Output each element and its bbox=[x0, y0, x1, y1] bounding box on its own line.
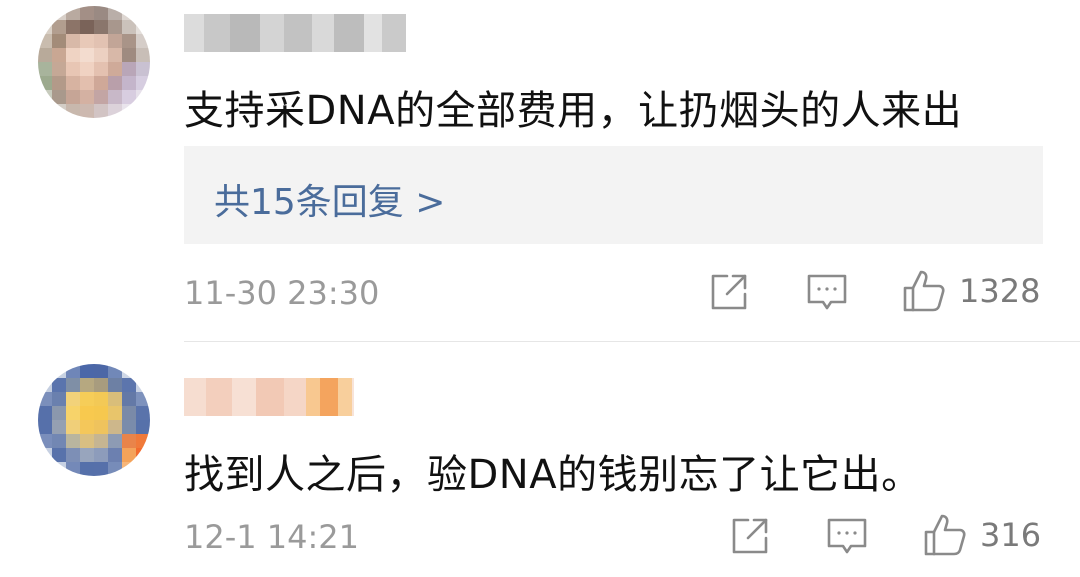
comment-icon bbox=[805, 272, 849, 314]
thumbs-up-icon bbox=[922, 512, 968, 558]
avatar[interactable] bbox=[38, 364, 150, 476]
like-count: 316 bbox=[980, 516, 1042, 554]
view-replies-link[interactable]: 共15条回复 > bbox=[214, 173, 445, 225]
comment-button[interactable] bbox=[805, 272, 849, 314]
share-icon bbox=[728, 514, 772, 558]
comment-item: 找到人之后，验DNA的钱别忘了让它出。 12-1 14:21 316 bbox=[0, 342, 1080, 577]
comment-icon bbox=[825, 516, 869, 558]
share-button[interactable] bbox=[728, 514, 772, 558]
like-count: 1328 bbox=[959, 272, 1041, 310]
timestamp: 11-30 23:30 bbox=[184, 274, 380, 312]
like-button[interactable]: 1328 bbox=[901, 268, 1040, 314]
share-icon bbox=[707, 270, 751, 314]
username-blurred[interactable] bbox=[184, 14, 406, 52]
like-button[interactable]: 316 bbox=[922, 512, 1041, 558]
user-badge-icon bbox=[306, 378, 352, 416]
comment-text: 支持采DNA的全部费用，让扔烟头的人来出 bbox=[184, 88, 963, 134]
share-button[interactable] bbox=[707, 270, 751, 314]
timestamp: 12-1 14:21 bbox=[184, 518, 360, 556]
thumbs-up-icon bbox=[901, 268, 947, 314]
replies-box[interactable]: 共15条回复 > bbox=[184, 146, 1043, 244]
comment-text: 找到人之后，验DNA的钱别忘了让它出。 bbox=[184, 452, 922, 498]
avatar[interactable] bbox=[38, 6, 150, 118]
comment-button[interactable] bbox=[825, 516, 869, 558]
comment-item: 支持采DNA的全部费用，让扔烟头的人来出 共15条回复 > 11-30 23:3… bbox=[0, 0, 1080, 340]
